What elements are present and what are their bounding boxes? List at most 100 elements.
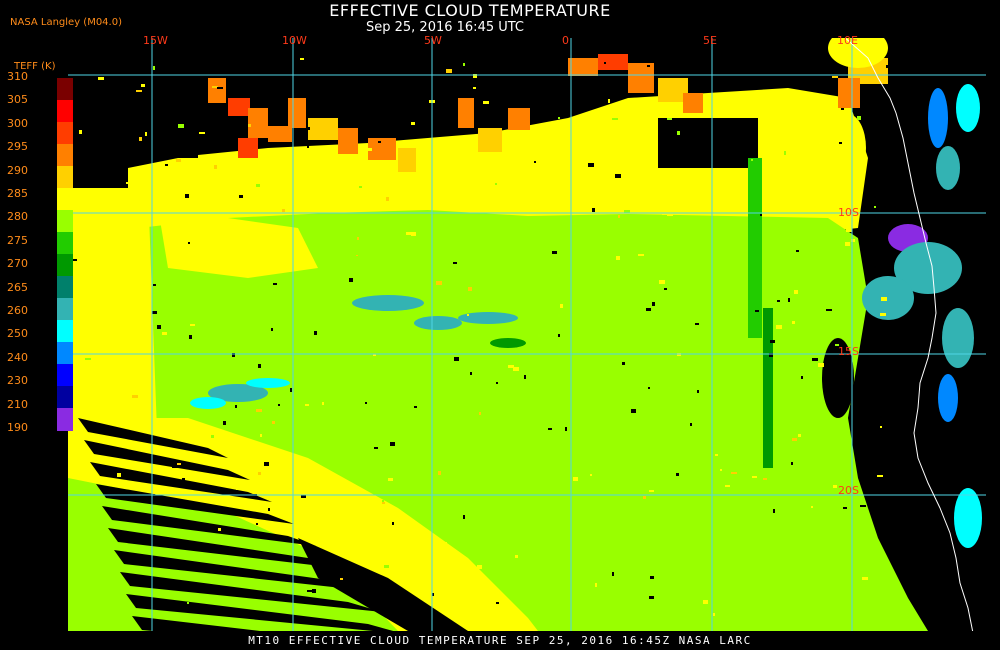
map-title: EFFECTIVE CLOUD TEMPERATURE bbox=[329, 1, 611, 20]
cloud-speckle bbox=[411, 232, 416, 236]
cloud-speckle bbox=[153, 284, 156, 286]
cloud-speckle bbox=[468, 287, 472, 291]
cloud-speckle bbox=[712, 298, 717, 300]
colorbar-tick-label: 210 bbox=[7, 397, 28, 411]
high-cloud-cell bbox=[862, 276, 914, 320]
clear-sky-region bbox=[878, 478, 898, 538]
cloud-speckle bbox=[153, 66, 155, 70]
high-cloud-block bbox=[458, 98, 474, 128]
cloud-speckle bbox=[346, 447, 348, 449]
cloud-speckle bbox=[715, 454, 718, 456]
cloud-speckle bbox=[136, 90, 142, 92]
cloud-speckle bbox=[612, 572, 614, 576]
longitude-label: 5W bbox=[424, 34, 442, 47]
colorbar-swatch bbox=[57, 276, 73, 299]
cloud-speckle bbox=[608, 99, 610, 103]
cloud-speckle bbox=[870, 406, 873, 410]
cloud-speckle bbox=[886, 65, 888, 68]
mid-cloud-streak bbox=[352, 295, 424, 311]
cloud-speckle bbox=[792, 438, 797, 441]
cloud-speckle bbox=[258, 472, 261, 475]
cloud-speckle bbox=[783, 519, 786, 522]
longitude-label: 10W bbox=[282, 34, 307, 47]
cloud-speckle bbox=[765, 555, 771, 557]
cloud-speckle bbox=[522, 71, 525, 73]
cloud-speckle bbox=[190, 324, 195, 326]
cloud-speckle bbox=[616, 256, 620, 260]
colorbar-tick-label: 190 bbox=[7, 421, 28, 434]
colorbar-tick-label: 275 bbox=[7, 233, 28, 247]
high-cloud-block bbox=[628, 63, 654, 93]
cloud-speckle bbox=[777, 300, 780, 302]
cloud-speckle bbox=[652, 410, 655, 413]
cloud-speckle bbox=[223, 421, 226, 425]
cloud-speckle bbox=[290, 388, 292, 392]
cloud-speckle bbox=[524, 375, 526, 379]
cloud-speckle bbox=[877, 475, 883, 477]
colorbar-swatch bbox=[57, 232, 73, 255]
cloud-speckle bbox=[622, 362, 625, 365]
longitude-label: 15W bbox=[143, 34, 168, 47]
cloud-speckle bbox=[776, 325, 782, 329]
cloud-speckle bbox=[453, 262, 457, 264]
cloud-speckle bbox=[169, 66, 174, 69]
cloud-speckle bbox=[312, 589, 316, 593]
cloud-speckle bbox=[91, 336, 95, 338]
cloud-speckle bbox=[736, 372, 739, 376]
dark-green-swath bbox=[763, 308, 773, 468]
cloud-speckle bbox=[811, 506, 813, 508]
cloud-speckle bbox=[618, 215, 620, 218]
cloud-speckle bbox=[862, 577, 868, 580]
mid-cloud-streak bbox=[490, 338, 526, 348]
cloud-speckle bbox=[551, 487, 556, 491]
cloud-speckle bbox=[760, 214, 762, 216]
cloud-speckle bbox=[548, 428, 552, 430]
cloud-speckle bbox=[718, 66, 723, 70]
colorbar-tick-label: 310 bbox=[7, 70, 28, 83]
high-cloud-block bbox=[208, 78, 226, 103]
cloud-speckle bbox=[438, 471, 441, 475]
cloud-speckle bbox=[826, 309, 832, 311]
cloud-speckle bbox=[737, 120, 740, 123]
cloud-speckle bbox=[860, 505, 866, 507]
cloud-speckle bbox=[454, 357, 459, 361]
cloud-speckle bbox=[634, 123, 639, 127]
cloud-patch bbox=[830, 114, 866, 182]
cloud-speckle bbox=[256, 409, 262, 412]
cloud-speckle bbox=[157, 325, 161, 329]
cloud-speckle bbox=[534, 161, 536, 163]
cloud-speckle bbox=[390, 442, 395, 446]
cloud-speckle bbox=[365, 402, 367, 404]
cloud-speckle bbox=[752, 476, 757, 478]
cloud-speckle bbox=[650, 576, 654, 579]
cloud-speckle bbox=[495, 183, 497, 185]
high-cloud-cell bbox=[954, 488, 982, 548]
temperature-colorbar bbox=[57, 78, 73, 431]
cloud-speckle bbox=[545, 489, 551, 491]
cloud-speckle bbox=[560, 304, 563, 308]
cloud-field bbox=[68, 38, 986, 631]
cloud-speckle bbox=[256, 523, 258, 525]
cloud-speckle bbox=[330, 570, 332, 572]
cloud-speckle bbox=[839, 142, 842, 144]
cloud-speckle bbox=[188, 242, 190, 244]
mid-cloud-streak bbox=[190, 397, 226, 409]
cloud-speckle bbox=[85, 358, 91, 360]
cloud-speckle bbox=[170, 502, 176, 504]
cloud-speckle bbox=[704, 572, 706, 575]
cloud-speckle bbox=[595, 583, 597, 587]
longitude-label: 5E bbox=[703, 34, 717, 47]
colorbar-tick-label: 270 bbox=[7, 257, 28, 271]
colorbar-tick-label: 260 bbox=[7, 304, 28, 317]
cloud-speckle bbox=[649, 490, 654, 492]
colorbar-tick-label: 265 bbox=[7, 280, 28, 294]
cloud-speckle bbox=[615, 174, 621, 178]
cloud-speckle bbox=[382, 502, 385, 504]
colorbar-swatch bbox=[57, 298, 73, 321]
cloud-speckle bbox=[322, 402, 324, 405]
cloud-speckle bbox=[268, 508, 270, 511]
cloud-speckle bbox=[649, 596, 654, 599]
colorbar-tick-label: 300 bbox=[7, 116, 28, 130]
cloud-speckle bbox=[356, 252, 362, 255]
colorbar-swatch bbox=[57, 144, 73, 167]
